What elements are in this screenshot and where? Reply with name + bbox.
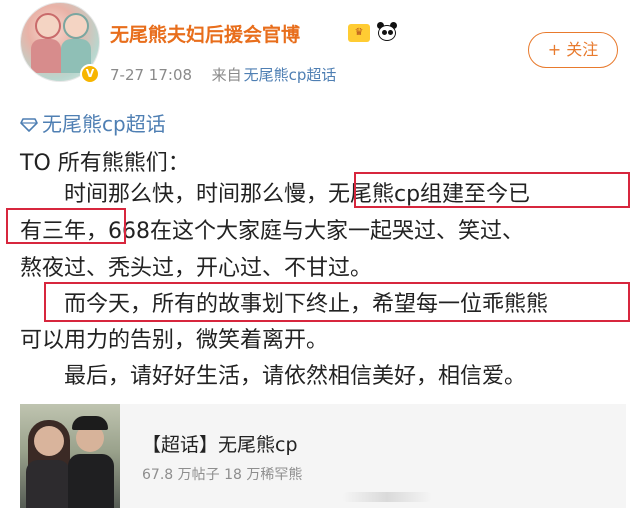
follow-button[interactable]: + 关注: [528, 32, 618, 68]
highlight-box: [6, 208, 126, 244]
avatar-head-right: [63, 13, 89, 39]
post-line: 最后，请好好生活，请依然相信美好，相信爱。: [20, 364, 527, 389]
panda-icon: [376, 22, 398, 42]
supertopic-link[interactable]: 无尾熊cp超话: [20, 108, 166, 137]
source-prefix: 来自: [211, 66, 242, 84]
card-stats: 67.8 万帖子 18 万稀罕熊: [142, 467, 303, 483]
card-title: 【超话】无尾熊cp: [142, 434, 298, 456]
diamond-icon: [20, 118, 38, 132]
post-meta: 7-27 17:08 来自 无尾熊cp超话: [110, 64, 336, 85]
post-header: V 无尾熊夫妇后援会官博 ♛ 7-27 17:08 来自 无尾熊cp超话 + 关注: [0, 0, 640, 100]
supertopic-card[interactable]: 【超话】无尾熊cp 67.8 万帖子 18 万稀罕熊: [20, 404, 626, 508]
username-link[interactable]: 无尾熊夫妇后援会官博: [110, 20, 300, 47]
avatar-figure-left: [31, 39, 61, 73]
highlight-box: [354, 172, 630, 208]
highlight-box: [44, 282, 630, 322]
verified-badge-icon: V: [80, 64, 100, 84]
supertopic-label: 无尾熊cp超话: [42, 112, 166, 136]
post-time: 7-27 17:08: [110, 66, 193, 84]
avatar-head-left: [35, 13, 61, 39]
card-thumbnail: [20, 404, 120, 508]
watermark: [342, 492, 432, 502]
post-line: 可以用力的告别，微笑着离开。: [20, 328, 329, 353]
fan-crown-icon: ♛: [348, 24, 370, 42]
source-link[interactable]: 无尾熊cp超话: [244, 66, 337, 84]
